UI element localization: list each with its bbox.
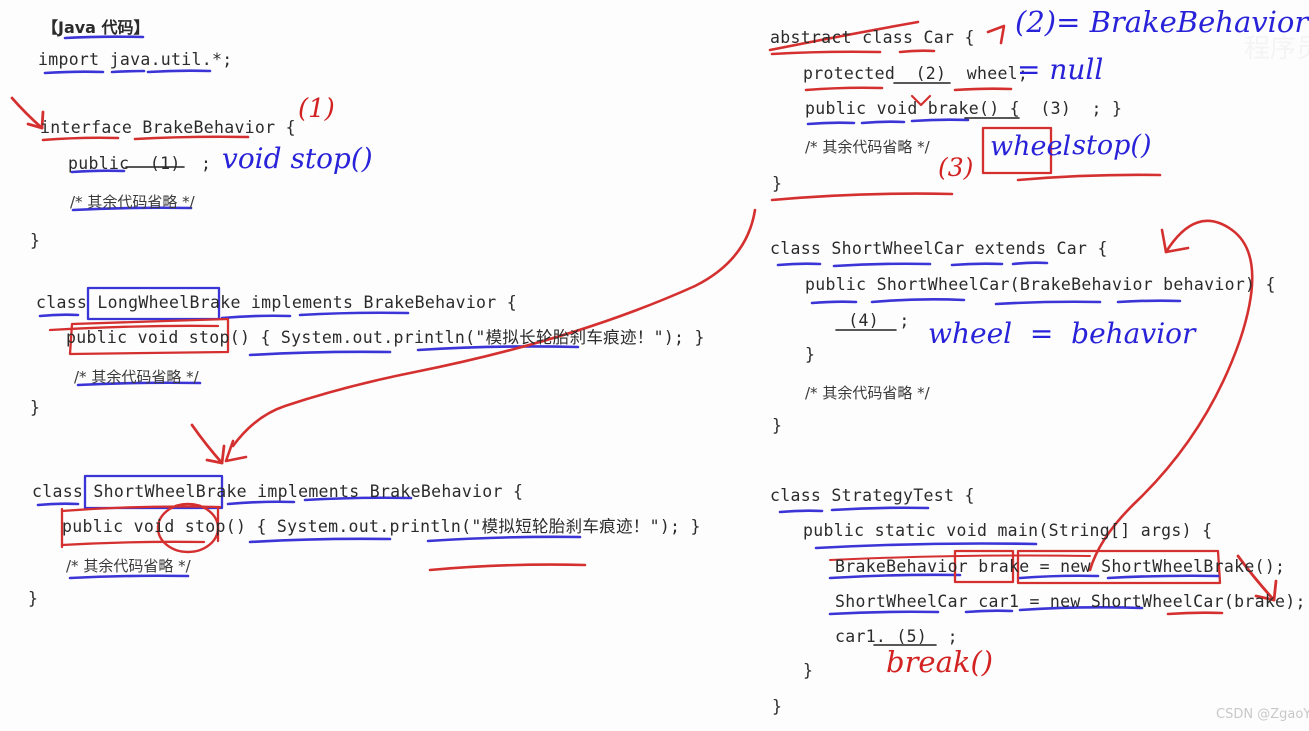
code-line-car-comment: /* 其余代码省略 */ (805, 138, 930, 156)
code-line-swc-blank4: (4) ; (838, 311, 910, 330)
annotation-blank-2-null: = null (1017, 53, 1104, 86)
code-line-import: import java.util.*; (38, 50, 233, 69)
code-line-swc-ctor: public ShortWheelCar(BrakeBehavior behav… (805, 275, 1276, 294)
code-line-test-call: car1. (5) ; (835, 627, 958, 646)
sheet-title: 【Java 代码】 (42, 18, 150, 37)
code-line-swc-comment: /* 其余代码省略 */ (805, 384, 930, 402)
code-line-short-close: } (28, 589, 39, 608)
code-line-car-field: protected (2) wheel; (803, 64, 1029, 83)
code-line-test-car1: ShortWheelCar car1 = new ShortWheelCar(b… (835, 592, 1306, 611)
code-line-long-class: class LongWheelBrake implements BrakeBeh… (36, 293, 517, 312)
code-line-test-decl: class StrategyTest { (770, 486, 975, 505)
code-line-iface-decl: interface BrakeBehavior { (40, 118, 296, 137)
annotation-blank-4-answer: wheel = behavior (928, 317, 1196, 350)
faint-watermark: 程序员 (1244, 34, 1309, 64)
csdn-watermark: CSDN @ZgaoYi (1216, 707, 1309, 722)
annotation-blank-1-label: (1) (298, 94, 335, 124)
annotation-blank-3-stop: . stop() (1055, 130, 1152, 161)
code-line-car-decl: abstract class Car { (770, 28, 975, 47)
code-line-test-close: } (772, 697, 783, 716)
code-line-test-main-close: } (803, 661, 814, 680)
code-line-swc-close: } (772, 416, 783, 435)
code-line-swc-decl: class ShortWheelCar extends Car { (770, 239, 1108, 258)
annotation-blank-3-label: (3) (938, 153, 974, 182)
code-line-test-main: public static void main(String[] args) { (803, 521, 1213, 540)
code-line-long-stop: public void stop() { System.out.println(… (66, 328, 705, 347)
code-line-short-stop: public void stop() { System.out.println(… (62, 517, 701, 536)
code-line-iface-method: public (1) ; (68, 154, 212, 173)
code-line-iface-close: } (30, 231, 41, 250)
code-line-car-close: } (772, 174, 783, 193)
annotation-blank-1-answer: void stop() (222, 142, 373, 175)
code-line-short-class: class ShortWheelBrake implements BrakeBe… (32, 482, 524, 501)
code-line-swc-ctor-close: } (805, 345, 816, 364)
code-line-long-comment: /* 其余代码省略 */ (74, 368, 199, 386)
code-line-long-close: } (30, 398, 41, 417)
code-line-car-brake: public void brake() { (3) ; } (805, 99, 1123, 118)
code-line-iface-comment: /* 其余代码省略 */ (70, 193, 195, 211)
handwritten-java-code-sheet: 【Java 代码】 import java.util.*; interface … (0, 0, 1309, 731)
code-line-test-brake: BrakeBehavior brake = new ShortWheelBrak… (835, 557, 1286, 576)
annotation-blank-5-answer: break() (886, 645, 994, 679)
code-line-short-comment: /* 其余代码省略 */ (66, 557, 191, 575)
